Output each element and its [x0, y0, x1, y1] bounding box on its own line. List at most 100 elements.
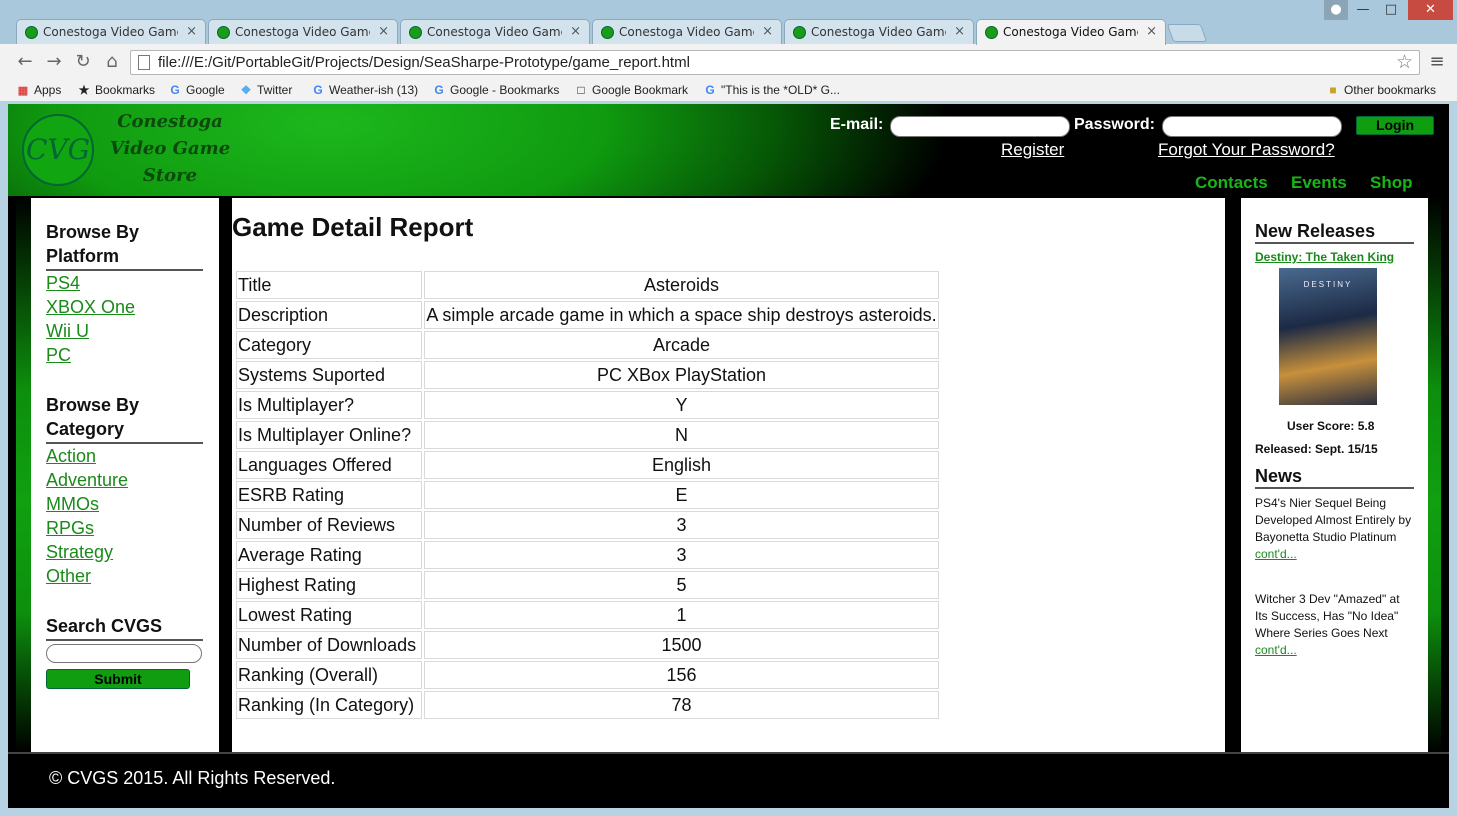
bookmark-bookmarks[interactable]: ★ Bookmarks	[77, 83, 155, 97]
field-label: Ranking (Overall)	[236, 661, 422, 689]
bookmarks-bar: ▦ Apps ★ Bookmarks G Google ❖ Twitter G Weath…	[0, 80, 1457, 102]
tab-title: Conestoga Video Game St	[811, 25, 946, 39]
category-link-adventure[interactable]: Adventure	[46, 468, 204, 492]
browser-tab[interactable]: Conestoga Video Game St ×	[16, 19, 206, 44]
site-header: CVG Conestoga Video Game Store E-mail: P…	[8, 104, 1449, 196]
page-icon	[138, 55, 150, 70]
search-heading: Search CVGS	[46, 614, 203, 641]
field-label: Languages Offered	[236, 451, 422, 479]
password-field[interactable]	[1162, 116, 1342, 137]
twitter-icon: ❖	[240, 83, 252, 97]
page: CVG Conestoga Video Game Store E-mail: P…	[8, 104, 1449, 808]
new-tab-button[interactable]	[1166, 24, 1208, 42]
table-row: Category Arcade	[236, 331, 939, 359]
search-input[interactable]	[46, 644, 202, 663]
menu-icon[interactable]: ≡	[1426, 52, 1448, 72]
platform-link-wii-u[interactable]: Wii U	[46, 319, 204, 343]
logo-text: Conestoga Video Game Store	[100, 108, 240, 189]
forgot-password-link[interactable]: Forgot Your Password?	[1158, 140, 1335, 160]
back-arrow-icon[interactable]: ←	[14, 51, 36, 73]
nav-contacts[interactable]: Contacts	[1195, 173, 1268, 193]
reload-icon[interactable]: ↻	[72, 51, 94, 73]
nav-shop[interactable]: Shop	[1370, 173, 1413, 193]
platform-link-pc[interactable]: PC	[46, 343, 204, 367]
bookmark-apps[interactable]: ▦ Apps	[16, 83, 62, 97]
category-link-action[interactable]: Action	[46, 444, 204, 468]
field-value: 3	[424, 511, 939, 539]
browser-tab-active[interactable]: Conestoga Video Game St ×	[976, 19, 1166, 45]
submit-button[interactable]: Submit	[46, 669, 190, 689]
bookmark-old-g[interactable]: G "This is the *OLD* G...	[703, 83, 840, 97]
field-label: Number of Downloads	[236, 631, 422, 659]
heading-line: Browse By	[46, 395, 140, 415]
site-favicon-icon	[985, 26, 998, 39]
news-text: Witcher 3 Dev "Amazed" at Its Success, H…	[1255, 592, 1400, 640]
platform-link-xbox-one[interactable]: XBOX One	[46, 295, 204, 319]
password-label: Password:	[1074, 116, 1155, 133]
browser-tab[interactable]: Conestoga Video Game St ×	[592, 19, 782, 44]
star-icon: ★	[78, 83, 90, 97]
news-continue-link[interactable]: cont'd...	[1255, 547, 1297, 561]
browse-platform-heading: Browse By Platform	[46, 220, 203, 271]
news-heading: News	[1255, 465, 1414, 489]
bookmark-google[interactable]: G Google	[168, 83, 224, 97]
minimize-icon[interactable]: —	[1350, 0, 1376, 20]
address-bar[interactable]: file:///E:/Git/PortableGit/Projects/Desi…	[130, 50, 1420, 75]
new-releases-heading: New Releases	[1255, 220, 1414, 244]
field-value: E	[424, 481, 939, 509]
logo-line: Video Game	[109, 138, 231, 159]
register-link[interactable]: Register	[1001, 140, 1064, 160]
platform-link-ps4[interactable]: PS4	[46, 271, 204, 295]
browse-category-heading: Browse By Category	[46, 393, 203, 444]
news-continue-link[interactable]: cont'd...	[1255, 643, 1297, 657]
bookmark-google-bookmark[interactable]: □ Google Bookmark	[574, 83, 688, 97]
field-value: N	[424, 421, 939, 449]
browser-toolbar: ← → ↻ ⌂ file:///E:/Git/PortableGit/Proje…	[0, 44, 1457, 80]
nav-events[interactable]: Events	[1291, 173, 1347, 193]
bookmark-twitter[interactable]: ❖ Twitter	[239, 83, 293, 97]
cvgs-logo[interactable]: CVG	[22, 114, 94, 186]
table-row: ESRB Rating E	[236, 481, 939, 509]
tab-title: Conestoga Video Game St	[1003, 25, 1138, 39]
table-row: Systems Suported PC XBox PlayStation	[236, 361, 939, 389]
cover-brand-text: DESTINY	[1303, 280, 1353, 289]
category-link-rpgs[interactable]: RPGs	[46, 516, 204, 540]
bookmark-label: Apps	[34, 83, 62, 97]
browser-tab[interactable]: Conestoga Video Game St ×	[784, 19, 974, 44]
bookmark-other[interactable]: ■ Other bookmarks	[1326, 83, 1436, 97]
field-label: Category	[236, 331, 422, 359]
bookmark-star-icon[interactable]: ☆	[1396, 51, 1413, 73]
bookmark-weather[interactable]: G Weather-ish (13)	[311, 83, 418, 97]
browser-tab[interactable]: Conestoga Video Game St ×	[208, 19, 398, 44]
bookmark-label: Bookmarks	[95, 83, 156, 97]
game-cover-image[interactable]: DESTINY	[1279, 268, 1377, 405]
heading-line: Platform	[46, 246, 120, 266]
report-table: Title Asteroids Description A simple arcade…	[234, 269, 941, 721]
field-value: Y	[424, 391, 939, 419]
category-link-mmos[interactable]: MMOs	[46, 492, 204, 516]
maximize-icon[interactable]: □	[1378, 0, 1404, 20]
browser-tab[interactable]: Conestoga Video Game St ×	[400, 19, 590, 44]
login-button[interactable]: Login	[1356, 116, 1434, 135]
table-row: Number of Downloads 1500	[236, 631, 939, 659]
release-title-link[interactable]: Destiny: The Taken King	[1255, 250, 1414, 264]
forward-arrow-icon[interactable]: →	[43, 51, 65, 73]
bookmark-google-bookmarks[interactable]: G Google - Bookmarks	[432, 83, 559, 97]
category-link-other[interactable]: Other	[46, 564, 204, 588]
field-label: Is Multiplayer Online?	[236, 421, 422, 449]
tab-close-icon[interactable]: ×	[954, 24, 965, 39]
close-window-icon[interactable]: ✕	[1408, 0, 1453, 20]
category-link-strategy[interactable]: Strategy	[46, 540, 204, 564]
url-text[interactable]: file:///E:/Git/PortableGit/Projects/Desi…	[158, 54, 690, 71]
home-icon[interactable]: ⌂	[101, 51, 123, 73]
tab-close-icon[interactable]: ×	[1146, 24, 1157, 39]
table-row: Average Rating 3	[236, 541, 939, 569]
tab-close-icon[interactable]: ×	[378, 24, 389, 39]
tab-close-icon[interactable]: ×	[186, 24, 197, 39]
tab-close-icon[interactable]: ×	[762, 24, 773, 39]
field-value: 1500	[424, 631, 939, 659]
bookmark-label: Weather-ish (13)	[329, 83, 419, 97]
tab-close-icon[interactable]: ×	[570, 24, 581, 39]
user-profile-icon[interactable]: ●	[1324, 0, 1348, 20]
email-field[interactable]	[890, 116, 1070, 137]
